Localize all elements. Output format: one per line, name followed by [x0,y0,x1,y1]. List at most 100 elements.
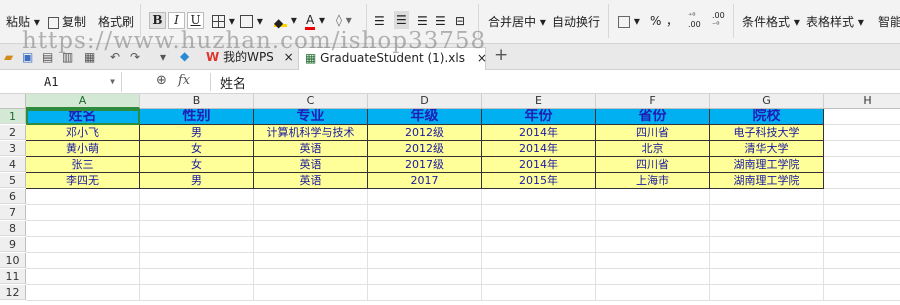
empty-cell[interactable] [482,237,596,253]
empty-cell[interactable] [824,109,900,125]
empty-cell[interactable] [140,269,254,285]
data-cell[interactable]: 2017级 [368,157,482,173]
empty-cell[interactable] [824,253,900,269]
italic-button[interactable]: I [168,12,185,29]
header-cell[interactable]: 专业 [254,109,368,125]
empty-cell[interactable] [710,189,824,205]
empty-cell[interactable] [254,237,368,253]
column-header-e[interactable]: E [482,94,596,109]
empty-cell[interactable] [596,189,710,205]
empty-cell[interactable] [482,205,596,221]
number-format-button[interactable]: ▾ [618,13,640,29]
empty-cell[interactable] [824,189,900,205]
empty-cell[interactable] [140,221,254,237]
tab-graduatestudent[interactable]: ▦ GraduateStudent (1).xls × [298,47,487,70]
row-header-2[interactable]: 2 [0,125,26,140]
tab-mywps[interactable]: W 我的WPS × [202,47,294,70]
data-cell[interactable]: 邓小飞 [26,125,140,141]
empty-cell[interactable] [710,221,824,237]
data-cell[interactable]: 清华大学 [710,141,824,157]
print-icon[interactable]: ▤ [42,49,53,65]
data-cell[interactable]: 2012级 [368,141,482,157]
empty-cell[interactable] [710,285,824,301]
data-cell[interactable]: 上海市 [596,173,710,189]
data-cell[interactable]: 英语 [254,173,368,189]
row-header-12[interactable]: 12 [0,285,26,300]
data-cell[interactable]: 张三 [26,157,140,173]
empty-cell[interactable] [824,173,900,189]
header-cell[interactable]: 年级 [368,109,482,125]
row-header-11[interactable]: 11 [0,269,26,284]
empty-cell[interactable] [26,205,140,221]
empty-cell[interactable] [596,205,710,221]
cell-style-button[interactable]: ▾ [240,13,263,29]
empty-cell[interactable] [482,285,596,301]
data-cell[interactable]: 李四无 [26,173,140,189]
conditional-format-button[interactable]: 条件格式 ▾ [742,14,800,30]
zoom-icon[interactable]: ⊕ [156,73,167,88]
justify-button[interactable]: ☰ [435,13,446,29]
name-box[interactable]: A1 ▼ [0,72,122,92]
fill-color-button[interactable]: ◆ ▾ [274,12,297,30]
header-cell[interactable]: 省份 [596,109,710,125]
empty-cell[interactable] [140,205,254,221]
column-header-a[interactable]: A [26,94,140,109]
empty-cell[interactable] [140,253,254,269]
folder-icon[interactable]: ▰ [4,49,13,65]
data-cell[interactable]: 英语 [254,141,368,157]
empty-cell[interactable] [254,205,368,221]
font-color-button[interactable]: A ▾ [305,12,325,30]
increase-decimal-button[interactable]: ⁺⁰ .00 [688,11,701,29]
close-tab-icon[interactable]: × [477,51,487,65]
header-cell[interactable]: 院校 [710,109,824,125]
empty-cell[interactable] [596,269,710,285]
data-cell[interactable]: 四川省 [596,157,710,173]
row-header-5[interactable]: 5 [0,173,26,188]
empty-cell[interactable] [26,285,140,301]
empty-cell[interactable] [254,285,368,301]
data-cell[interactable]: 黄小萌 [26,141,140,157]
underline-button[interactable]: U [187,12,204,29]
row-header-8[interactable]: 8 [0,221,26,236]
empty-cell[interactable] [26,269,140,285]
empty-cell[interactable] [710,205,824,221]
distributed-button[interactable]: ⊟ [455,13,465,29]
function-icon[interactable]: fx [178,73,190,88]
row-header-6[interactable]: 6 [0,189,26,204]
column-header-f[interactable]: F [596,94,710,109]
copy-button[interactable]: 复制 [48,14,86,30]
formula-input[interactable]: 姓名 [220,73,246,92]
row-header-1[interactable]: 1 [0,109,26,124]
row-header-7[interactable]: 7 [0,205,26,220]
empty-cell[interactable] [824,125,900,141]
empty-cell[interactable] [368,205,482,221]
empty-cell[interactable] [140,285,254,301]
bold-button[interactable]: B [149,12,166,29]
align-center-button[interactable]: ☰ [394,11,409,29]
empty-cell[interactable] [26,253,140,269]
empty-cell[interactable] [368,221,482,237]
empty-cell[interactable] [482,221,596,237]
empty-cell[interactable] [368,189,482,205]
chevron-down-icon[interactable]: ▼ [110,72,115,92]
decrease-decimal-button[interactable]: .00 ⁻⁰ [712,11,725,29]
empty-cell[interactable] [824,141,900,157]
empty-cell[interactable] [368,285,482,301]
data-cell[interactable]: 女 [140,157,254,173]
align-left-button[interactable]: ☰ [374,13,385,29]
data-cell[interactable]: 2014年 [482,125,596,141]
data-cell[interactable]: 2014年 [482,157,596,173]
data-cell[interactable]: 英语 [254,157,368,173]
wrap-text-button[interactable]: 自动换行 [552,14,600,30]
data-cell[interactable]: 2015年 [482,173,596,189]
export-icon[interactable]: ▦ [84,49,95,65]
new-tab-button[interactable]: + [494,47,508,64]
data-cell[interactable]: 2014年 [482,141,596,157]
align-right-button[interactable]: ☰ [417,13,428,29]
undo-icon[interactable]: ↶ [110,49,120,65]
empty-cell[interactable] [482,189,596,205]
row-header-9[interactable]: 9 [0,237,26,252]
comma-button[interactable]: ， [666,13,678,29]
close-tab-icon[interactable]: × [284,50,294,64]
empty-cell[interactable] [596,221,710,237]
